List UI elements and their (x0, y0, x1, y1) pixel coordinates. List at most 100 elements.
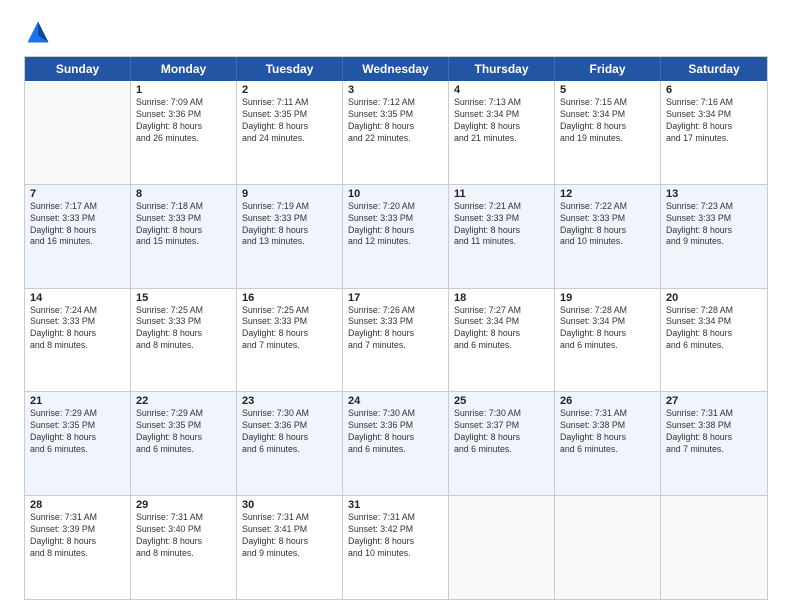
calendar-cell-21: 21Sunrise: 7:29 AM Sunset: 3:35 PM Dayli… (25, 392, 131, 495)
day-number: 10 (348, 188, 443, 200)
calendar-cell-24: 24Sunrise: 7:30 AM Sunset: 3:36 PM Dayli… (343, 392, 449, 495)
calendar-cell-26: 26Sunrise: 7:31 AM Sunset: 3:38 PM Dayli… (555, 392, 661, 495)
day-info: Sunrise: 7:28 AM Sunset: 3:34 PM Dayligh… (666, 305, 762, 353)
calendar-cell-1: 1Sunrise: 7:09 AM Sunset: 3:36 PM Daylig… (131, 81, 237, 184)
calendar-cell-27: 27Sunrise: 7:31 AM Sunset: 3:38 PM Dayli… (661, 392, 767, 495)
day-info: Sunrise: 7:30 AM Sunset: 3:37 PM Dayligh… (454, 408, 549, 456)
calendar: SundayMondayTuesdayWednesdayThursdayFrid… (24, 56, 768, 600)
header-day-wednesday: Wednesday (343, 57, 449, 81)
day-number: 11 (454, 188, 549, 200)
day-number: 6 (666, 84, 762, 96)
calendar-cell-10: 10Sunrise: 7:20 AM Sunset: 3:33 PM Dayli… (343, 185, 449, 288)
day-info: Sunrise: 7:31 AM Sunset: 3:41 PM Dayligh… (242, 512, 337, 560)
day-info: Sunrise: 7:09 AM Sunset: 3:36 PM Dayligh… (136, 97, 231, 145)
day-info: Sunrise: 7:20 AM Sunset: 3:33 PM Dayligh… (348, 201, 443, 249)
day-info: Sunrise: 7:12 AM Sunset: 3:35 PM Dayligh… (348, 97, 443, 145)
calendar-cell-6: 6Sunrise: 7:16 AM Sunset: 3:34 PM Daylig… (661, 81, 767, 184)
day-number: 14 (30, 292, 125, 304)
day-info: Sunrise: 7:25 AM Sunset: 3:33 PM Dayligh… (136, 305, 231, 353)
day-info: Sunrise: 7:25 AM Sunset: 3:33 PM Dayligh… (242, 305, 337, 353)
day-number: 22 (136, 395, 231, 407)
calendar-cell-2: 2Sunrise: 7:11 AM Sunset: 3:35 PM Daylig… (237, 81, 343, 184)
calendar-cell-empty-4-5 (555, 496, 661, 599)
calendar-cell-8: 8Sunrise: 7:18 AM Sunset: 3:33 PM Daylig… (131, 185, 237, 288)
calendar-week-3: 21Sunrise: 7:29 AM Sunset: 3:35 PM Dayli… (25, 391, 767, 495)
day-number: 28 (30, 499, 125, 511)
calendar-week-4: 28Sunrise: 7:31 AM Sunset: 3:39 PM Dayli… (25, 495, 767, 599)
header-day-monday: Monday (131, 57, 237, 81)
day-number: 30 (242, 499, 337, 511)
calendar-cell-empty-4-4 (449, 496, 555, 599)
calendar-cell-4: 4Sunrise: 7:13 AM Sunset: 3:34 PM Daylig… (449, 81, 555, 184)
calendar-cell-12: 12Sunrise: 7:22 AM Sunset: 3:33 PM Dayli… (555, 185, 661, 288)
day-number: 2 (242, 84, 337, 96)
day-info: Sunrise: 7:30 AM Sunset: 3:36 PM Dayligh… (348, 408, 443, 456)
day-info: Sunrise: 7:28 AM Sunset: 3:34 PM Dayligh… (560, 305, 655, 353)
day-info: Sunrise: 7:16 AM Sunset: 3:34 PM Dayligh… (666, 97, 762, 145)
calendar-cell-25: 25Sunrise: 7:30 AM Sunset: 3:37 PM Dayli… (449, 392, 555, 495)
calendar-cell-11: 11Sunrise: 7:21 AM Sunset: 3:33 PM Dayli… (449, 185, 555, 288)
calendar-cell-13: 13Sunrise: 7:23 AM Sunset: 3:33 PM Dayli… (661, 185, 767, 288)
header-day-tuesday: Tuesday (237, 57, 343, 81)
calendar-cell-31: 31Sunrise: 7:31 AM Sunset: 3:42 PM Dayli… (343, 496, 449, 599)
day-info: Sunrise: 7:29 AM Sunset: 3:35 PM Dayligh… (30, 408, 125, 456)
calendar-header: SundayMondayTuesdayWednesdayThursdayFrid… (25, 57, 767, 81)
day-info: Sunrise: 7:26 AM Sunset: 3:33 PM Dayligh… (348, 305, 443, 353)
day-number: 21 (30, 395, 125, 407)
calendar-cell-23: 23Sunrise: 7:30 AM Sunset: 3:36 PM Dayli… (237, 392, 343, 495)
day-number: 29 (136, 499, 231, 511)
header-day-thursday: Thursday (449, 57, 555, 81)
calendar-cell-17: 17Sunrise: 7:26 AM Sunset: 3:33 PM Dayli… (343, 289, 449, 392)
logo (24, 18, 56, 46)
day-number: 17 (348, 292, 443, 304)
calendar-cell-18: 18Sunrise: 7:27 AM Sunset: 3:34 PM Dayli… (449, 289, 555, 392)
calendar-cell-14: 14Sunrise: 7:24 AM Sunset: 3:33 PM Dayli… (25, 289, 131, 392)
day-info: Sunrise: 7:19 AM Sunset: 3:33 PM Dayligh… (242, 201, 337, 249)
day-number: 24 (348, 395, 443, 407)
day-number: 19 (560, 292, 655, 304)
day-info: Sunrise: 7:18 AM Sunset: 3:33 PM Dayligh… (136, 201, 231, 249)
day-info: Sunrise: 7:31 AM Sunset: 3:42 PM Dayligh… (348, 512, 443, 560)
header (24, 18, 768, 46)
day-info: Sunrise: 7:31 AM Sunset: 3:38 PM Dayligh… (560, 408, 655, 456)
day-info: Sunrise: 7:17 AM Sunset: 3:33 PM Dayligh… (30, 201, 125, 249)
day-info: Sunrise: 7:31 AM Sunset: 3:40 PM Dayligh… (136, 512, 231, 560)
page: SundayMondayTuesdayWednesdayThursdayFrid… (0, 0, 792, 612)
calendar-cell-9: 9Sunrise: 7:19 AM Sunset: 3:33 PM Daylig… (237, 185, 343, 288)
calendar-cell-28: 28Sunrise: 7:31 AM Sunset: 3:39 PM Dayli… (25, 496, 131, 599)
day-number: 25 (454, 395, 549, 407)
day-number: 26 (560, 395, 655, 407)
day-number: 5 (560, 84, 655, 96)
day-info: Sunrise: 7:29 AM Sunset: 3:35 PM Dayligh… (136, 408, 231, 456)
calendar-cell-3: 3Sunrise: 7:12 AM Sunset: 3:35 PM Daylig… (343, 81, 449, 184)
day-number: 7 (30, 188, 125, 200)
day-number: 8 (136, 188, 231, 200)
day-info: Sunrise: 7:15 AM Sunset: 3:34 PM Dayligh… (560, 97, 655, 145)
calendar-cell-7: 7Sunrise: 7:17 AM Sunset: 3:33 PM Daylig… (25, 185, 131, 288)
logo-icon (24, 18, 52, 46)
calendar-cell-16: 16Sunrise: 7:25 AM Sunset: 3:33 PM Dayli… (237, 289, 343, 392)
day-info: Sunrise: 7:24 AM Sunset: 3:33 PM Dayligh… (30, 305, 125, 353)
day-number: 9 (242, 188, 337, 200)
day-number: 23 (242, 395, 337, 407)
calendar-cell-15: 15Sunrise: 7:25 AM Sunset: 3:33 PM Dayli… (131, 289, 237, 392)
header-day-friday: Friday (555, 57, 661, 81)
day-number: 4 (454, 84, 549, 96)
day-number: 13 (666, 188, 762, 200)
day-info: Sunrise: 7:11 AM Sunset: 3:35 PM Dayligh… (242, 97, 337, 145)
calendar-week-1: 7Sunrise: 7:17 AM Sunset: 3:33 PM Daylig… (25, 184, 767, 288)
calendar-week-2: 14Sunrise: 7:24 AM Sunset: 3:33 PM Dayli… (25, 288, 767, 392)
day-number: 1 (136, 84, 231, 96)
day-info: Sunrise: 7:13 AM Sunset: 3:34 PM Dayligh… (454, 97, 549, 145)
calendar-week-0: 1Sunrise: 7:09 AM Sunset: 3:36 PM Daylig… (25, 81, 767, 184)
day-number: 15 (136, 292, 231, 304)
day-number: 16 (242, 292, 337, 304)
calendar-cell-empty-4-6 (661, 496, 767, 599)
day-info: Sunrise: 7:30 AM Sunset: 3:36 PM Dayligh… (242, 408, 337, 456)
calendar-body: 1Sunrise: 7:09 AM Sunset: 3:36 PM Daylig… (25, 81, 767, 599)
calendar-cell-19: 19Sunrise: 7:28 AM Sunset: 3:34 PM Dayli… (555, 289, 661, 392)
day-number: 3 (348, 84, 443, 96)
day-number: 18 (454, 292, 549, 304)
calendar-cell-empty-0-0 (25, 81, 131, 184)
header-day-saturday: Saturday (661, 57, 767, 81)
